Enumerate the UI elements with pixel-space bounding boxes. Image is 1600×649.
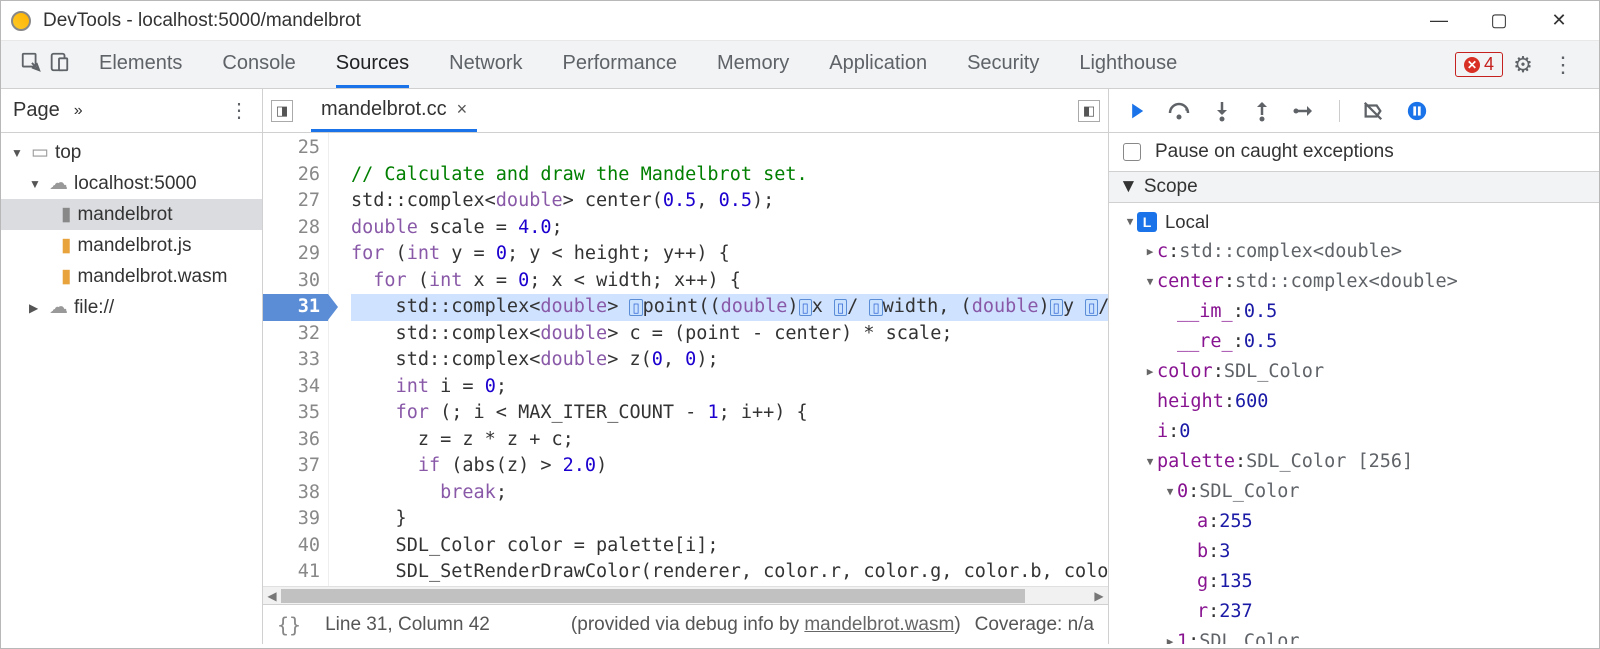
step-icon[interactable] (1293, 101, 1317, 121)
file-navigator: Page » ⋮ ▼▭ top ▼☁ localhost:5000 ▮ mand… (1, 89, 263, 644)
step-into-icon[interactable] (1213, 100, 1231, 122)
cursor-position: Line 31, Column 42 (325, 614, 490, 636)
scope-var-palette-0-r[interactable]: r: 237 (1109, 597, 1599, 627)
navigator-menu-icon[interactable]: ⋮ (229, 98, 250, 123)
debug-info-source: (provided via debug info by mandelbrot.w… (571, 614, 961, 636)
tab-performance[interactable]: Performance (563, 42, 678, 88)
tree-top[interactable]: ▼▭ top (1, 137, 262, 168)
code-body[interactable]: // Calculate and draw the Mandelbrot set… (329, 133, 1108, 586)
tab-elements[interactable]: Elements (99, 42, 182, 88)
scope-var-height[interactable]: height: 600 (1109, 387, 1599, 417)
coverage-status: Coverage: n/a (975, 614, 1094, 636)
scope-var-center-im[interactable]: __im_: 0.5 (1109, 297, 1599, 327)
navigator-page-tab[interactable]: Page (13, 99, 60, 122)
error-icon: ✕ (1464, 57, 1480, 73)
debugger-panel: Pause on caught exceptions ▼Scope ▼L Loc… (1109, 89, 1599, 644)
scope-section-header[interactable]: ▼Scope (1109, 171, 1599, 203)
scope-var-palette-0[interactable]: ▼0: SDL_Color (1109, 477, 1599, 507)
local-badge-icon: L (1137, 212, 1157, 232)
checkbox-icon[interactable] (1123, 143, 1141, 161)
scope-local[interactable]: ▼L Local (1109, 207, 1599, 237)
editor-h-scrollbar[interactable]: ◀▶ (263, 586, 1108, 604)
minimize-button[interactable]: — (1409, 1, 1469, 41)
scope-var-color[interactable]: ▶color: SDL_Color (1109, 357, 1599, 387)
toggle-debugger-icon[interactable]: ◧ (1078, 100, 1100, 122)
scope-var-palette-0-b[interactable]: b: 3 (1109, 537, 1599, 567)
navigator-more-icon[interactable]: » (74, 102, 83, 120)
error-count-badge[interactable]: ✕ 4 (1455, 52, 1503, 77)
resume-icon[interactable] (1123, 100, 1145, 122)
editor-tabstrip: ◨ mandelbrot.cc × ◧ (263, 89, 1108, 133)
tab-lighthouse[interactable]: Lighthouse (1079, 42, 1177, 88)
close-window-button[interactable]: ✕ (1529, 1, 1589, 41)
scope-var-center-re[interactable]: __re_: 0.5 (1109, 327, 1599, 357)
tab-memory[interactable]: Memory (717, 42, 789, 88)
code-editor[interactable]: 2526272829303132333435363738394041424344… (263, 133, 1108, 586)
devtools-favicon (11, 11, 31, 31)
scope-var-center[interactable]: ▼center: std::complex<double> (1109, 267, 1599, 297)
file-icon: ▮ (61, 265, 71, 288)
file-icon: ▮ (61, 203, 71, 226)
file-icon: ▮ (61, 234, 71, 257)
format-icon[interactable]: {} (277, 613, 301, 637)
scope-var-c[interactable]: ▶c: std::complex<double> (1109, 237, 1599, 267)
tab-sources[interactable]: Sources (336, 42, 409, 88)
scope-tree[interactable]: ▼L Local ▶c: std::complex<double> ▼cente… (1109, 203, 1599, 644)
device-toggle-icon[interactable] (45, 51, 73, 79)
tab-console[interactable]: Console (222, 42, 295, 88)
line-gutter[interactable]: 2526272829303132333435363738394041424344… (263, 133, 329, 586)
step-over-icon[interactable] (1167, 101, 1191, 121)
window-title: DevTools - localhost:5000/mandelbrot (43, 10, 361, 32)
editor-file-tab[interactable]: mandelbrot.cc × (311, 90, 477, 132)
scope-var-palette[interactable]: ▼palette: SDL_Color [256] (1109, 447, 1599, 477)
step-out-icon[interactable] (1253, 100, 1271, 122)
window-titlebar: DevTools - localhost:5000/mandelbrot — ▢… (1, 1, 1599, 41)
toggle-navigator-icon[interactable]: ◨ (271, 100, 293, 122)
deactivate-breakpoints-icon[interactable] (1362, 100, 1384, 122)
close-tab-icon[interactable]: × (457, 99, 468, 120)
tree-file-origin[interactable]: ▶☁ file:// (1, 292, 262, 323)
scope-var-palette-0-a[interactable]: a: 255 (1109, 507, 1599, 537)
scope-var-palette-1[interactable]: ▶1: SDL_Color (1109, 627, 1599, 644)
scope-var-palette-0-g[interactable]: g: 135 (1109, 567, 1599, 597)
scope-var-i[interactable]: i: 0 (1109, 417, 1599, 447)
devtools-tabbar: Elements Console Sources Network Perform… (1, 41, 1599, 89)
pause-on-exceptions-icon[interactable] (1406, 100, 1428, 122)
maximize-button[interactable]: ▢ (1469, 1, 1529, 41)
tree-origin[interactable]: ▼☁ localhost:5000 (1, 168, 262, 199)
tab-network[interactable]: Network (449, 42, 522, 88)
settings-icon[interactable]: ⚙ (1503, 52, 1543, 78)
inspect-element-icon[interactable] (17, 51, 45, 79)
debug-file-link[interactable]: mandelbrot.wasm (804, 614, 954, 635)
editor-statusbar: {} Line 31, Column 42 (provided via debu… (263, 604, 1108, 644)
cloud-icon: ☁ (49, 296, 68, 319)
source-editor-panel: ◨ mandelbrot.cc × ◧ 25262728293031323334… (263, 89, 1109, 644)
tree-file-mandelbrot-wasm[interactable]: ▮ mandelbrot.wasm (1, 261, 262, 292)
pause-on-caught-option[interactable]: Pause on caught exceptions (1109, 133, 1599, 171)
debugger-toolbar (1109, 89, 1599, 133)
tab-application[interactable]: Application (829, 42, 927, 88)
tree-file-mandelbrot-js[interactable]: ▮ mandelbrot.js (1, 230, 262, 261)
tab-security[interactable]: Security (967, 42, 1039, 88)
more-menu-icon[interactable]: ⋮ (1543, 52, 1583, 78)
folder-icon: ▭ (31, 141, 49, 164)
cloud-icon: ☁ (49, 172, 68, 195)
tree-file-mandelbrot[interactable]: ▮ mandelbrot (1, 199, 262, 230)
file-tree: ▼▭ top ▼☁ localhost:5000 ▮ mandelbrot ▮ … (1, 133, 262, 327)
